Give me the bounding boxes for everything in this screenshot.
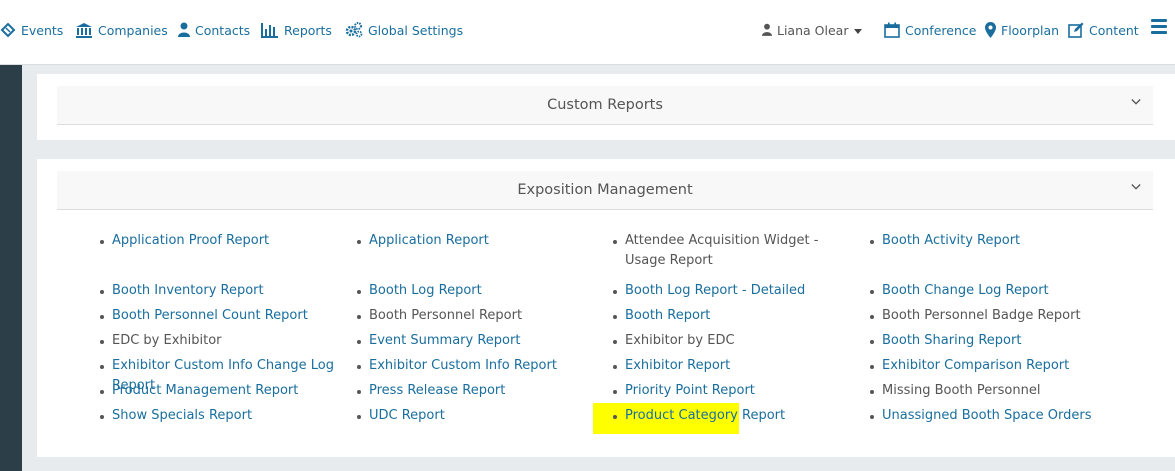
report-link[interactable]: Event Summary Report bbox=[369, 333, 520, 348]
caret-down-icon bbox=[854, 29, 863, 34]
user-menu[interactable]: Liana Olear bbox=[762, 19, 863, 41]
chevron-down-icon bbox=[1131, 184, 1141, 190]
report-item[interactable]: UDC Report bbox=[355, 406, 603, 426]
report-link[interactable]: Product Management Report bbox=[112, 383, 298, 398]
report-label: Attendee Acquisition Widget - Usage Repo… bbox=[625, 233, 819, 268]
report-item: Exhibitor by EDC bbox=[611, 331, 859, 351]
top-navigation: Events Companies Contacts Reports Global… bbox=[0, 0, 1175, 65]
report-item[interactable]: Product Management Report bbox=[98, 381, 346, 401]
report-link[interactable]: Exhibitor Report bbox=[625, 358, 730, 373]
report-link[interactable]: Booth Inventory Report bbox=[112, 283, 264, 298]
report-item[interactable]: Exhibitor Comparison Report bbox=[868, 356, 1116, 376]
report-item[interactable]: Product Category Report bbox=[611, 406, 859, 426]
report-item[interactable]: Application Proof Report bbox=[98, 231, 346, 251]
nav-conference-label: Conference bbox=[905, 22, 977, 38]
nav-global-settings-label: Global Settings bbox=[368, 22, 464, 38]
report-item: EDC by Exhibitor bbox=[98, 331, 346, 351]
report-item[interactable]: Booth Change Log Report bbox=[868, 281, 1116, 301]
report-link[interactable]: Press Release Report bbox=[369, 383, 505, 398]
nav-content-label: Content bbox=[1089, 22, 1139, 38]
ticket-icon bbox=[0, 22, 16, 38]
report-link[interactable]: UDC Report bbox=[369, 408, 445, 423]
report-link[interactable]: Booth Change Log Report bbox=[882, 283, 1049, 298]
edit-icon bbox=[1068, 22, 1084, 38]
report-link[interactable]: Exhibitor Custom Info Report bbox=[369, 358, 557, 373]
nav-contacts-label: Contacts bbox=[195, 22, 251, 38]
report-item[interactable]: Booth Log Report bbox=[355, 281, 603, 301]
report-item[interactable]: Application Report bbox=[355, 231, 603, 251]
user-icon bbox=[762, 23, 772, 36]
nav-contacts[interactable]: Contacts bbox=[178, 19, 250, 41]
exposition-management-title: Exposition Management bbox=[517, 182, 693, 198]
nav-reports-label: Reports bbox=[284, 22, 332, 38]
report-item[interactable]: Booth Log Report - Detailed bbox=[611, 281, 859, 301]
report-item[interactable]: Booth Report bbox=[611, 306, 859, 326]
report-item[interactable]: Booth Activity Report bbox=[868, 231, 1116, 251]
report-link[interactable]: Booth Sharing Report bbox=[882, 333, 1021, 348]
report-label: EDC by Exhibitor bbox=[112, 333, 222, 348]
building-icon bbox=[76, 23, 92, 38]
report-item[interactable]: Unassigned Booth Space Orders bbox=[868, 406, 1116, 426]
nav-global-settings[interactable]: Global Settings bbox=[345, 19, 463, 41]
report-item: Attendee Acquisition Widget - Usage Repo… bbox=[611, 231, 859, 271]
sidebar-collapsed bbox=[0, 65, 22, 471]
report-item[interactable]: Booth Personnel Count Report bbox=[98, 306, 346, 326]
report-item[interactable]: Show Specials Report bbox=[98, 406, 346, 426]
report-label: Booth Personnel Report bbox=[369, 308, 523, 323]
nav-floorplan[interactable]: Floorplan bbox=[985, 19, 1059, 41]
report-link[interactable]: Booth Log Report - Detailed bbox=[625, 283, 805, 298]
report-link[interactable]: Unassigned Booth Space Orders bbox=[882, 408, 1092, 423]
report-item[interactable]: Event Summary Report bbox=[355, 331, 603, 351]
nav-companies-label: Companies bbox=[98, 22, 168, 38]
exposition-management-header[interactable]: Exposition Management bbox=[57, 171, 1153, 210]
gears-icon bbox=[345, 22, 363, 38]
report-link[interactable]: Booth Personnel Count Report bbox=[112, 308, 308, 323]
report-item: Booth Personnel Report bbox=[355, 306, 603, 326]
chevron-down-icon bbox=[1131, 99, 1141, 105]
calendar-icon bbox=[884, 22, 900, 38]
nav-conference[interactable]: Conference bbox=[884, 19, 976, 41]
map-marker-icon bbox=[985, 22, 996, 38]
bar-chart-icon bbox=[261, 23, 278, 38]
custom-reports-title: Custom Reports bbox=[547, 97, 663, 113]
report-label: Missing Booth Personnel bbox=[882, 383, 1041, 398]
report-item[interactable]: Priority Point Report bbox=[611, 381, 859, 401]
nav-companies[interactable]: Companies bbox=[75, 19, 168, 41]
report-link[interactable]: Booth Report bbox=[625, 308, 710, 323]
nav-content[interactable]: Content bbox=[1068, 19, 1139, 41]
user-name: Liana Olear bbox=[777, 22, 849, 38]
report-item[interactable]: Booth Inventory Report bbox=[98, 281, 346, 301]
report-link[interactable]: Exhibitor Comparison Report bbox=[882, 358, 1069, 373]
nav-events-label: Events bbox=[21, 22, 64, 38]
nav-floorplan-label: Floorplan bbox=[1001, 22, 1060, 38]
report-link[interactable]: Show Specials Report bbox=[112, 408, 252, 423]
user-icon bbox=[178, 22, 190, 37]
report-link[interactable]: Application Proof Report bbox=[112, 233, 269, 248]
report-link[interactable]: Application Report bbox=[369, 233, 489, 248]
nav-reports[interactable]: Reports bbox=[261, 19, 332, 41]
report-label: Booth Personnel Badge Report bbox=[882, 308, 1081, 323]
report-link[interactable]: Priority Point Report bbox=[625, 383, 755, 398]
report-link[interactable]: Booth Log Report bbox=[369, 283, 482, 298]
report-item[interactable]: Exhibitor Custom Info Report bbox=[355, 356, 603, 376]
custom-reports-header[interactable]: Custom Reports bbox=[57, 86, 1153, 125]
nav-events[interactable]: Events bbox=[0, 19, 63, 41]
hamburger-menu-icon[interactable] bbox=[1151, 19, 1167, 35]
report-item: Missing Booth Personnel bbox=[868, 381, 1116, 401]
report-item: Booth Personnel Badge Report bbox=[868, 306, 1116, 326]
report-link[interactable]: Product Category Report bbox=[625, 408, 785, 423]
report-label: Exhibitor by EDC bbox=[625, 333, 735, 348]
report-item[interactable]: Exhibitor Report bbox=[611, 356, 859, 376]
report-item[interactable]: Booth Sharing Report bbox=[868, 331, 1116, 351]
report-item[interactable]: Press Release Report bbox=[355, 381, 603, 401]
report-link[interactable]: Booth Activity Report bbox=[882, 233, 1020, 248]
